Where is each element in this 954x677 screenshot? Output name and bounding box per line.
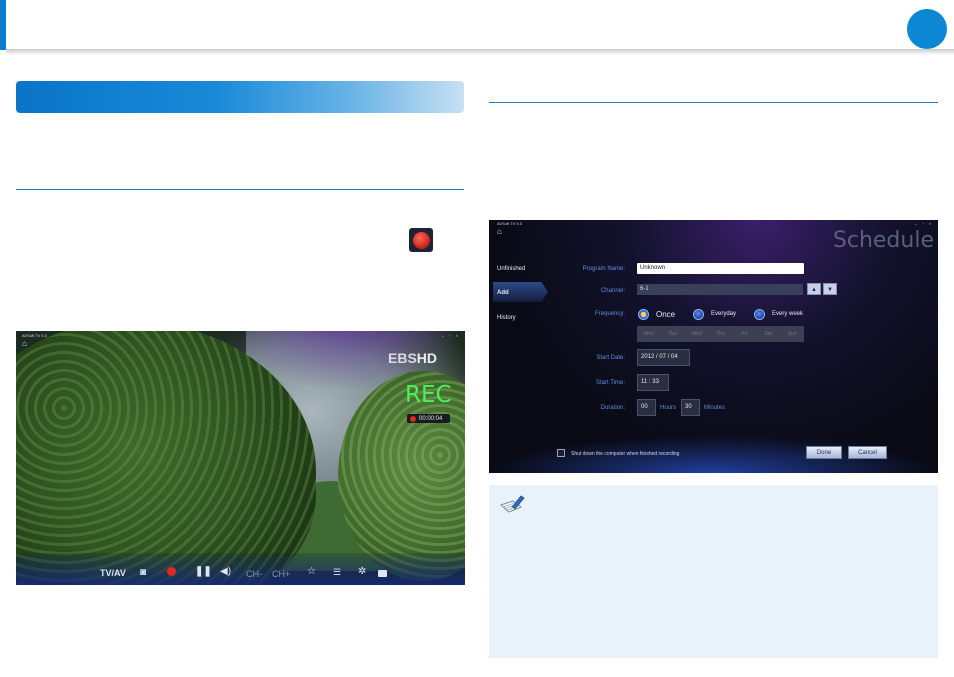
page-number-badge [907,9,947,49]
channel-up-button[interactable]: CH+ [272,569,290,579]
day-fri[interactable]: Fri [732,326,756,342]
note-pencil-icon [500,495,525,513]
more-icon[interactable] [378,570,387,577]
rec-timer: 00:00:04 [407,414,450,423]
tv-control-bar [16,553,465,585]
hours-label: Hours [660,405,677,411]
rec-dot-icon [410,415,416,422]
minutes-label: Minutes [704,405,726,411]
channel-logo-hd: HD [416,350,438,366]
day-wed[interactable]: Wed [685,326,709,342]
weekday-selector: Mon Tue Wed Thu Fri Sat Sun [637,326,804,342]
schedule-heading: Schedule [832,228,934,253]
done-button[interactable]: Done [806,446,842,459]
tvav-button[interactable]: TV/AV [100,568,126,578]
day-sun[interactable]: Sun [780,326,804,342]
frequency-label: Frequency: [594,311,625,317]
tv-app-title: AVSoft TV 5.0 [22,333,47,338]
frequency-everyday-label: Everyday [711,311,737,317]
channel-select[interactable]: 6-1 [637,284,803,295]
program-name-input[interactable]: Unknown [637,263,804,274]
nav-add[interactable]: Add [497,290,509,296]
camera-icon[interactable]: ◙ [140,567,146,578]
channel-up-arrow-icon[interactable]: ▲ [807,283,821,295]
channel-logo: EBSHD [388,350,437,366]
schedule-app-screenshot: AVSoft TV 5.0 ⌂ – ▫ × Schedule Unfinishe… [489,220,938,473]
page-header [0,0,954,55]
channel-label: Channel: [600,288,625,294]
frequency-everyday-radio[interactable] [693,309,704,320]
start-time-label: Start Time: [595,380,625,386]
duration-minutes-input[interactable]: 30 [681,399,700,416]
day-sat[interactable]: Sat [756,326,780,342]
window-controls[interactable]: – ▫ × [915,221,933,226]
day-mon[interactable]: Mon [637,326,661,342]
manual-page: AVSoft TV 5.0 ⌂ – ▫ × EBSHD REC 00:00:04… [0,0,954,677]
shutdown-checkbox[interactable] [557,449,565,457]
volume-icon[interactable]: ◀) [220,566,231,577]
rec-indicator: REC [405,382,452,408]
pause-icon[interactable]: ❚❚ [195,566,212,577]
start-date-input[interactable]: 2012 / 07 / 04 [637,349,690,366]
header-accent [0,0,6,50]
day-thu[interactable]: Thu [709,326,733,342]
window-controls[interactable]: – ▫ × [442,333,460,338]
schedule-list-icon[interactable]: ☰ [333,567,341,578]
record-button[interactable] [167,567,176,576]
record-icon [409,228,433,252]
channel-logo-ebs: EBS [388,350,417,366]
subsection-rule-left [16,189,464,190]
shutdown-label: Shut down the computer when finished rec… [571,451,680,457]
home-icon[interactable]: ⌂ [497,227,502,236]
header-rule [6,49,954,55]
schedule-app-title: AVSoft TV 5.0 [497,221,522,226]
note-box [489,485,938,658]
frequency-once-label: Once [656,310,676,319]
start-time-input[interactable]: 11 : 33 [637,374,669,391]
program-name-label: Program Name: [582,266,625,272]
cancel-button[interactable]: Cancel [848,446,887,459]
home-icon[interactable]: ⌂ [22,339,27,348]
nav-unfinished[interactable]: Unfinished [497,266,525,272]
day-tue[interactable]: Tue [661,326,685,342]
start-date-label: Start Date: [596,355,625,361]
settings-gear-icon[interactable]: ✲ [358,566,366,577]
frequency-once-radio[interactable] [638,309,649,320]
rec-timer-value: 00:00:04 [419,415,443,422]
section-title-bar [16,81,464,113]
duration-hours-input[interactable]: 00 [637,399,656,416]
nav-history[interactable]: History [497,315,516,321]
tv-app-screenshot: AVSoft TV 5.0 ⌂ – ▫ × EBSHD REC 00:00:04… [16,331,465,585]
favorite-icon[interactable]: ☆ [307,566,316,577]
channel-down-arrow-icon[interactable]: ▼ [823,283,837,295]
channel-down-button[interactable]: CH- [246,569,262,579]
duration-label: Duration: [600,405,625,411]
frequency-every-week-radio[interactable] [754,309,765,320]
subsection-rule-right [489,102,938,103]
frequency-every-week-label: Every week [772,311,804,317]
